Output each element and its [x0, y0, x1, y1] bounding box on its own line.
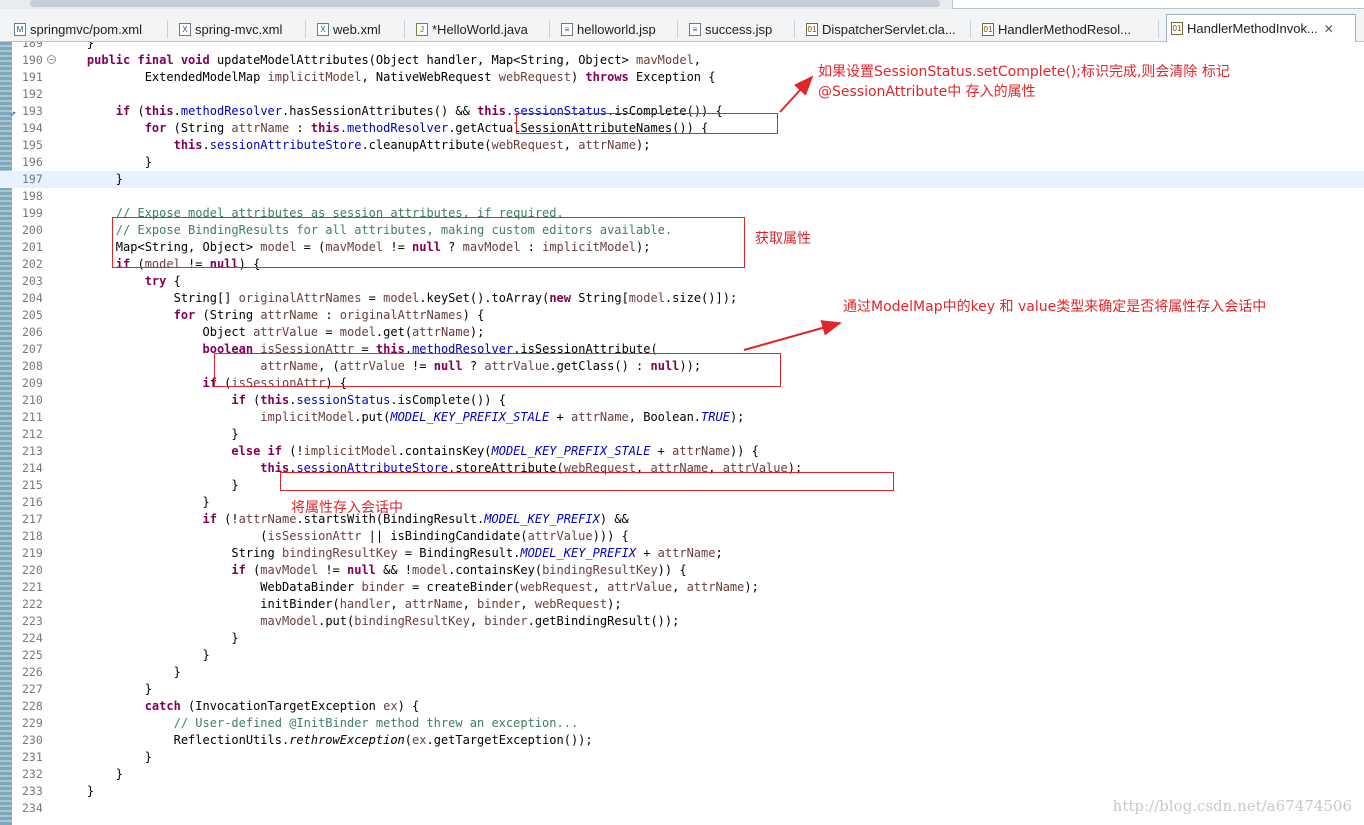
editor-tab-8[interactable]: 01 HandlerMethodResol...: [978, 16, 1159, 42]
tab-separator: [970, 20, 971, 38]
editor-tab-3[interactable]: Xweb.xml: [313, 16, 405, 42]
tab-separator: [677, 20, 678, 38]
annotation-note-clear-session-line1: 如果设置SessionStatus.setComplete();标识完成,则会清…: [818, 64, 1230, 80]
tab-label: web.xml: [333, 21, 381, 37]
editor-tab-1[interactable]: Mspringmvc/pom.xml: [10, 16, 168, 42]
tab-separator: [305, 20, 306, 38]
tab-label: springmvc/pom.xml: [30, 21, 142, 37]
tab-label: success.jsp: [705, 21, 773, 37]
top-scroll-strip: [0, 0, 1364, 9]
editor-tab-7[interactable]: 01 DispatcherServlet.cla...: [802, 16, 971, 42]
file-type-icon: ≡: [689, 22, 701, 36]
tab-label: *HelloWorld.java: [432, 21, 528, 37]
annotation-note-clear-session-line2: @SessionAttribute中 存入的属性: [818, 84, 1036, 100]
watermark: http://blog.csdn.net/a67474506: [1112, 797, 1352, 815]
editor-tab-bar: Mspringmvc/pom.xml Xspring-mvc.xml Xweb.xm…: [0, 0, 1364, 42]
tab-label: spring-mvc.xml: [195, 21, 283, 37]
editor-tab-6[interactable]: ≡ success.jsp: [685, 16, 795, 42]
annotation-note-get-attributes: 获取属性: [755, 231, 811, 247]
close-tab-icon[interactable]: ✕: [1324, 22, 1334, 36]
file-type-icon: M: [14, 22, 26, 36]
annotation-note-clear-session: 如果设置SessionStatus.setComplete();标识完成,则会清…: [818, 62, 1230, 102]
annotation-note-decide-session: 通过ModelMap中的key 和 value类型来确定是否将属性存入会话中: [843, 299, 1267, 315]
tab-separator: [794, 20, 795, 38]
tab-separator: [404, 20, 405, 38]
editor-tab-4[interactable]: J *HelloWorld.java: [412, 16, 550, 42]
arrow-to-iscomplete: [779, 75, 814, 113]
editor-tab-5[interactable]: ≡ helloworld.jsp: [557, 16, 678, 42]
file-type-icon: J: [416, 22, 428, 36]
tab-separator: [1158, 20, 1159, 38]
code-editor[interactable]: 189 } 190− public final void updateModelA…: [0, 42, 1364, 825]
tab-label: HandlerMethodResol...: [998, 21, 1131, 37]
file-type-icon: 01: [1171, 22, 1183, 35]
horizontal-scrollbar[interactable]: [30, 0, 940, 7]
tab-separator: [549, 20, 550, 38]
annotation-arrows: [743, 75, 842, 351]
file-type-icon: ≡: [561, 22, 573, 36]
editor-tab-2[interactable]: Xspring-mvc.xml: [175, 16, 306, 42]
file-type-icon: X: [179, 22, 191, 36]
tab-label: helloworld.jsp: [577, 21, 656, 37]
arrow-to-session-attr: [743, 320, 842, 351]
file-type-icon: X: [317, 22, 329, 36]
annotation-note-store-session: 将属性存入会话中: [291, 500, 403, 516]
file-type-icon: 01: [982, 22, 994, 36]
file-type-icon: 01: [806, 22, 818, 36]
tab-label: HandlerMethodInvok...: [1187, 21, 1318, 36]
editor-tab-9[interactable]: 01 HandlerMethodInvok... ✕: [1166, 14, 1356, 42]
tab-separator: [167, 20, 168, 38]
tab-label: DispatcherServlet.cla...: [822, 21, 956, 37]
side-panel-edge: [952, 0, 1364, 9]
